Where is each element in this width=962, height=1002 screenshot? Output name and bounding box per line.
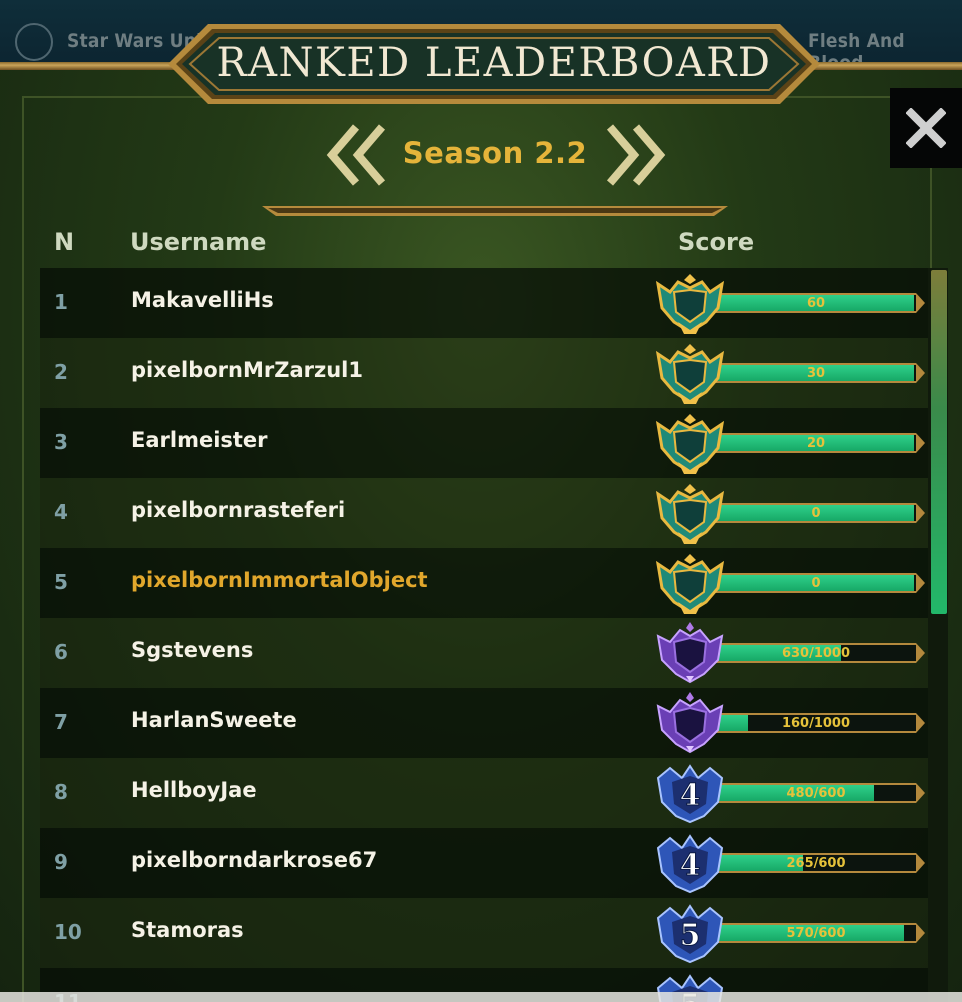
bottom-edge: [0, 992, 962, 1002]
username[interactable]: pixelbornrasteferi: [131, 498, 345, 522]
table-row[interactable]: 1 MakavelliHs 60: [40, 268, 928, 338]
username[interactable]: pixelbornImmortalObject: [131, 568, 428, 592]
score-text: 60: [806, 296, 826, 311]
rank-number: 6: [54, 640, 68, 664]
close-button[interactable]: [890, 88, 962, 168]
leaderboard-list[interactable]: 1 MakavelliHs 60 2 pixelbornMrZarzul1 30 3 Ea…: [40, 268, 928, 1002]
score-text: 570/600: [786, 926, 846, 941]
table-row[interactable]: 10 Stamoras 570/600 5: [40, 898, 928, 968]
score-text: 265/600: [786, 856, 846, 871]
page-title: RANKED LEADERBOARD: [216, 40, 772, 86]
emerald-crown-rank-badge-icon: [652, 478, 728, 548]
score-progress-bar: 60: [714, 293, 925, 313]
score-progress-bar: 265/600: [714, 853, 925, 873]
amethyst-rank-badge-icon: [652, 688, 728, 758]
score-progress-bar: 0: [714, 573, 925, 593]
rank-number: 5: [54, 570, 68, 594]
svg-text:4: 4: [680, 778, 701, 813]
score-text: 20: [806, 436, 826, 451]
column-header-rank: N: [54, 228, 75, 256]
score-progress-bar: 20: [714, 433, 925, 453]
sapphire-rank-badge-icon: 4: [652, 758, 728, 828]
score-text: 160/1000: [781, 716, 851, 731]
score-progress-bar: 480/600: [714, 783, 925, 803]
svg-text:4: 4: [680, 848, 701, 883]
username[interactable]: Earlmeister: [131, 428, 268, 452]
score-progress-bar: 0: [714, 503, 925, 523]
close-icon: [906, 108, 946, 148]
rank-number: 10: [54, 920, 82, 944]
score-text: 0: [811, 506, 821, 521]
emerald-crown-rank-badge-icon: [652, 408, 728, 478]
table-row[interactable]: 2 pixelbornMrZarzul1 30: [40, 338, 928, 408]
column-header-username: Username: [130, 228, 267, 256]
tab-circle-icon: [15, 23, 53, 61]
divider: [262, 206, 728, 216]
svg-text:5: 5: [680, 918, 701, 953]
rank-number: 8: [54, 780, 68, 804]
score-text: 0: [811, 576, 821, 591]
username[interactable]: HellboyJae: [131, 778, 257, 802]
emerald-crown-rank-badge-icon: [652, 548, 728, 618]
rank-number: 1: [54, 290, 68, 314]
score-text: 630/1000: [781, 646, 851, 661]
sapphire-rank-badge-icon: 5: [652, 898, 728, 968]
score-progress-bar: 30: [714, 363, 925, 383]
column-header-score: Score: [678, 228, 755, 256]
emerald-crown-rank-badge-icon: [652, 338, 728, 408]
previous-season-chevron-icon[interactable]: [326, 123, 388, 187]
table-row[interactable]: 5 pixelbornImmortalObject 0: [40, 548, 928, 618]
score-progress-bar: 160/1000: [714, 713, 925, 733]
score-progress-bar: 630/1000: [714, 643, 925, 663]
username[interactable]: HarlanSweete: [131, 708, 297, 732]
username[interactable]: MakavelliHs: [131, 288, 274, 312]
table-row[interactable]: 3 Earlmeister 20: [40, 408, 928, 478]
sapphire-rank-badge-icon: 4: [652, 828, 728, 898]
score-progress-bar: 570/600: [714, 923, 925, 943]
season-label: Season 2.2: [402, 136, 588, 170]
username[interactable]: pixelbornMrZarzul1: [131, 358, 363, 382]
amethyst-rank-badge-icon: [652, 618, 728, 688]
rank-number: 2: [54, 360, 68, 384]
title-banner: RANKED LEADERBOARD: [168, 18, 820, 110]
table-row[interactable]: 4 pixelbornrasteferi 0: [40, 478, 928, 548]
next-season-chevron-icon[interactable]: [604, 123, 666, 187]
username[interactable]: pixelborndarkrose67: [131, 848, 377, 872]
username[interactable]: Sgstevens: [131, 638, 253, 662]
scrollbar-thumb[interactable]: [931, 270, 947, 614]
rank-number: 7: [54, 710, 68, 734]
table-row[interactable]: 8 HellboyJae 480/600 4: [40, 758, 928, 828]
rank-number: 4: [54, 500, 68, 524]
table-row[interactable]: 6 Sgstevens 630/1000: [40, 618, 928, 688]
username[interactable]: Stamoras: [131, 918, 244, 942]
table-row[interactable]: 7 HarlanSweete 160/1000: [40, 688, 928, 758]
table-row[interactable]: 9 pixelborndarkrose67 265/600 4: [40, 828, 928, 898]
score-text: 480/600: [786, 786, 846, 801]
score-text: 30: [806, 366, 826, 381]
emerald-crown-rank-badge-icon: [652, 268, 728, 338]
rank-number: 3: [54, 430, 68, 454]
rank-number: 9: [54, 850, 68, 874]
